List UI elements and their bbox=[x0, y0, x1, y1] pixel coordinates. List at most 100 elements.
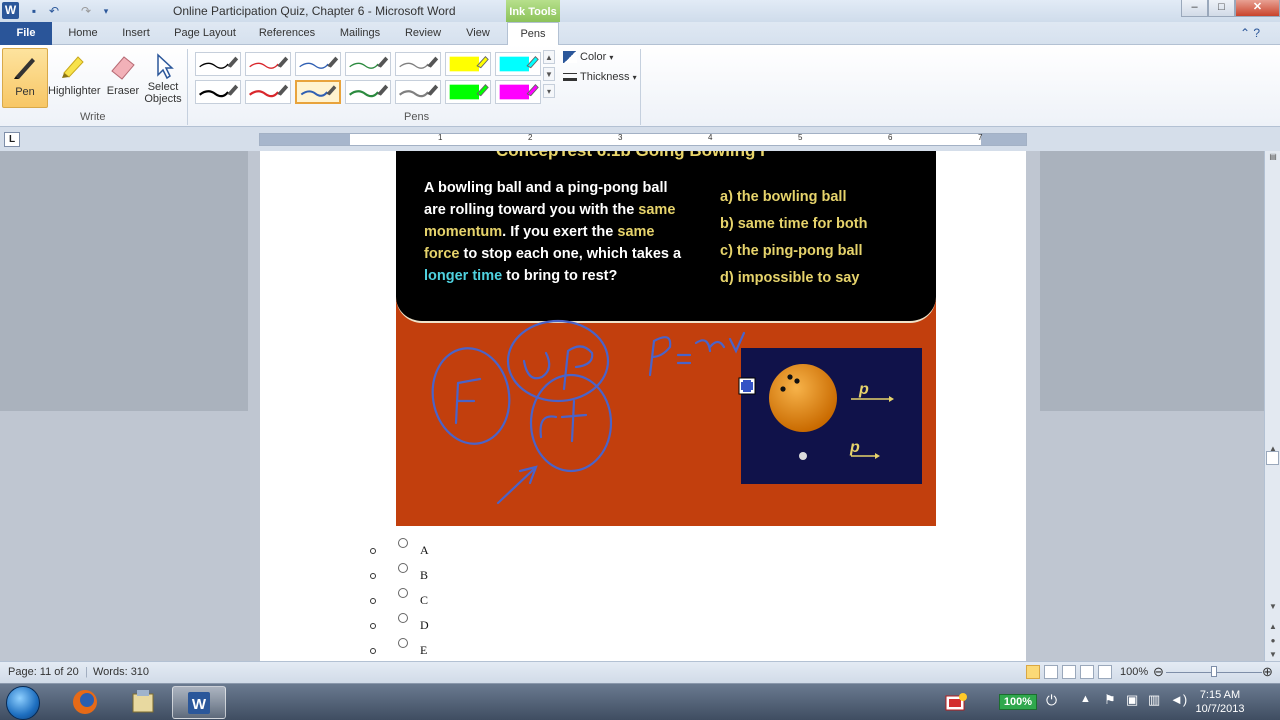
customize-toolbar-icon[interactable]: ▾ bbox=[98, 3, 114, 19]
power-icon[interactable]: ⏻ bbox=[1046, 692, 1057, 709]
help-icon[interactable]: ⌃ ? bbox=[1240, 26, 1260, 40]
ruler-tick: 3 bbox=[618, 133, 623, 142]
eraser-label: Eraser bbox=[106, 85, 140, 97]
previous-page-icon[interactable]: ▲ bbox=[1267, 621, 1279, 633]
radio-button[interactable] bbox=[398, 538, 408, 548]
pen-swatch[interactable] bbox=[345, 52, 391, 76]
pen-swatch[interactable] bbox=[295, 80, 341, 104]
momentum-arrow-head bbox=[875, 453, 880, 459]
zoom-slider-thumb[interactable] bbox=[1211, 666, 1217, 677]
tab-pens[interactable]: Pens bbox=[507, 22, 559, 46]
volume-icon[interactable]: ◄) bbox=[1170, 692, 1187, 707]
gallery-scroll-up[interactable]: ▲ bbox=[543, 50, 555, 64]
taskbar-explorer[interactable] bbox=[116, 686, 170, 719]
full-screen-view-button[interactable] bbox=[1044, 665, 1058, 679]
document-area: ConcepTest 6.1b Going Bowling I A bowlin… bbox=[0, 151, 1264, 661]
undo-icon[interactable]: ↶ bbox=[46, 3, 62, 19]
radio-button[interactable] bbox=[398, 563, 408, 573]
highlighter-swatch[interactable] bbox=[445, 52, 491, 76]
maximize-button[interactable]: □ bbox=[1208, 0, 1235, 17]
gallery-scroll-down[interactable]: ▼ bbox=[543, 67, 555, 81]
vertical-scrollbar[interactable]: ▤ ▲ ▼ ▲ ● ▼ bbox=[1264, 151, 1280, 661]
tab-page-layout[interactable]: Page Layout bbox=[168, 22, 242, 45]
highlighter-button[interactable]: Highlighter bbox=[48, 48, 101, 108]
page-count[interactable]: Page: 11 of 20 bbox=[8, 666, 79, 678]
highlighter-swatch[interactable] bbox=[495, 80, 541, 104]
word-app-icon[interactable]: W bbox=[2, 2, 19, 19]
radio-button[interactable] bbox=[398, 588, 408, 598]
highlighter-swatch[interactable] bbox=[495, 52, 541, 76]
chevron-down-icon: ▾ bbox=[632, 73, 637, 82]
draft-view-button[interactable] bbox=[1098, 665, 1112, 679]
tab-selector-button[interactable]: L bbox=[4, 132, 20, 147]
ruler-tick: 4 bbox=[708, 133, 713, 142]
radio-button[interactable] bbox=[398, 613, 408, 623]
answer-choices: a) the bowling ball b) same time for bot… bbox=[720, 184, 867, 292]
scroll-thumb[interactable] bbox=[1266, 451, 1279, 465]
group-separator bbox=[640, 49, 641, 125]
outline-view-button[interactable] bbox=[1080, 665, 1094, 679]
save-icon[interactable]: ▪ bbox=[26, 3, 42, 19]
pen-swatch[interactable] bbox=[195, 80, 241, 104]
ruler-bar: L 1 2 3 4 5 6 7 bbox=[0, 127, 1280, 151]
browse-object-icon[interactable]: ● bbox=[1267, 635, 1279, 647]
pens-group-label: Pens bbox=[404, 111, 430, 123]
answer-c: c) the ping-pong ball bbox=[720, 243, 863, 259]
print-layout-view-button[interactable] bbox=[1026, 665, 1040, 679]
color-button[interactable]: Color ▾ bbox=[563, 51, 614, 64]
tray-app-icon[interactable] bbox=[944, 692, 968, 712]
chevron-down-icon: ▾ bbox=[609, 53, 614, 62]
zoom-out-icon[interactable]: ⊖ bbox=[1153, 664, 1164, 680]
flag-icon[interactable]: ⚑ bbox=[1104, 692, 1116, 708]
color-label: Color bbox=[580, 51, 607, 63]
slide-heading: ConcepTest 6.1b Going Bowling I bbox=[496, 151, 765, 161]
zoom-level[interactable]: 100% bbox=[1120, 666, 1148, 678]
thickness-button[interactable]: Thickness ▾ bbox=[563, 71, 637, 83]
network-icon[interactable]: ▥ bbox=[1148, 692, 1160, 708]
document-page[interactable]: ConcepTest 6.1b Going Bowling I A bowlin… bbox=[260, 151, 1026, 661]
pen-button[interactable]: Pen bbox=[2, 48, 48, 108]
tab-insert[interactable]: Insert bbox=[114, 22, 158, 45]
pen-swatch[interactable] bbox=[245, 80, 291, 104]
pen-swatch[interactable] bbox=[245, 52, 291, 76]
window-title: Online Participation Quiz, Chapter 6 - M… bbox=[173, 4, 456, 18]
tab-home[interactable]: Home bbox=[60, 22, 106, 45]
radio-button[interactable] bbox=[398, 638, 408, 648]
system-clock[interactable]: 7:15 AM 10/7/2013 bbox=[1187, 688, 1253, 716]
select-objects-button[interactable]: Select Objects bbox=[140, 48, 186, 108]
taskbar-word[interactable]: W bbox=[172, 686, 226, 719]
battery-indicator[interactable]: 100% bbox=[999, 694, 1037, 710]
horizontal-ruler[interactable]: 1 2 3 4 5 6 7 bbox=[259, 133, 1027, 146]
tab-view[interactable]: View bbox=[458, 22, 498, 45]
pen-swatch[interactable] bbox=[345, 80, 391, 104]
minimize-button[interactable]: – bbox=[1181, 0, 1208, 17]
pen-swatch[interactable] bbox=[395, 52, 441, 76]
tab-file[interactable]: File bbox=[0, 22, 52, 45]
tab-mailings[interactable]: Mailings bbox=[332, 22, 388, 45]
taskbar-firefox[interactable] bbox=[58, 686, 112, 719]
start-button[interactable] bbox=[6, 686, 40, 720]
close-button[interactable]: ✕ bbox=[1235, 0, 1280, 17]
finger-hole bbox=[787, 374, 793, 380]
redo-icon[interactable]: ↷ bbox=[78, 3, 94, 19]
show-hidden-icons[interactable]: ▲ bbox=[1080, 693, 1091, 705]
answer-d: d) impossible to say bbox=[720, 270, 860, 286]
scroll-down-button[interactable]: ▼ bbox=[1267, 601, 1279, 613]
gallery-more[interactable]: ▾ bbox=[543, 84, 555, 98]
word-count[interactable]: Words: 310 bbox=[93, 666, 149, 678]
question-text: A bowling ball and a ping-pong ball are … bbox=[424, 177, 684, 287]
pen-swatch[interactable] bbox=[395, 80, 441, 104]
ruler-toggle-icon[interactable]: ▤ bbox=[1267, 151, 1279, 163]
tab-review[interactable]: Review bbox=[400, 22, 446, 45]
web-layout-view-button[interactable] bbox=[1062, 665, 1076, 679]
pen-swatch[interactable] bbox=[195, 52, 241, 76]
clock-date: 10/7/2013 bbox=[1195, 703, 1245, 715]
next-page-icon[interactable]: ▼ bbox=[1267, 649, 1279, 661]
slide-image: ConcepTest 6.1b Going Bowling I A bowlin… bbox=[396, 151, 936, 526]
zoom-in-icon[interactable]: ⊕ bbox=[1262, 664, 1273, 680]
pen-swatch[interactable] bbox=[295, 52, 341, 76]
highlighter-swatch[interactable] bbox=[445, 80, 491, 104]
thickness-icon bbox=[563, 73, 577, 82]
device-icon[interactable]: ▣ bbox=[1126, 692, 1138, 708]
tab-references[interactable]: References bbox=[254, 22, 320, 45]
